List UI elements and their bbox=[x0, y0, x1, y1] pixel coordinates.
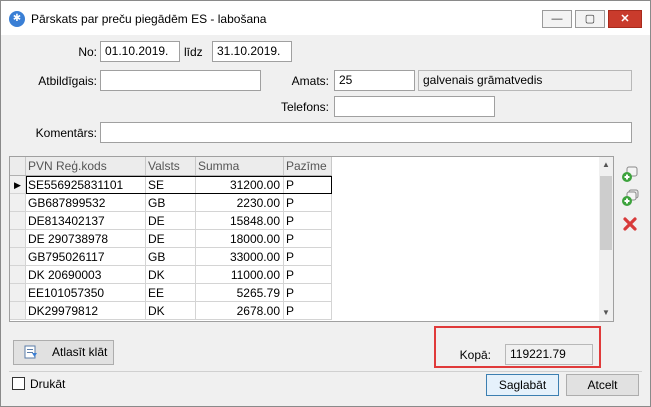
cell-pazime[interactable]: P bbox=[284, 266, 332, 284]
table-row[interactable]: GB795026117 GB 33000.00 P bbox=[10, 248, 332, 266]
maximize-button[interactable]: ▢ bbox=[575, 10, 605, 28]
cell-valsts[interactable]: DE bbox=[146, 230, 196, 248]
row-indicator[interactable] bbox=[10, 284, 26, 302]
amats-code-input[interactable]: 25 bbox=[334, 70, 415, 91]
atbildigais-input[interactable] bbox=[100, 70, 261, 91]
cell-pvn[interactable]: EE101057350 bbox=[26, 284, 146, 302]
cell-pazime[interactable]: P bbox=[284, 230, 332, 248]
date-to-input[interactable]: 31.10.2019. bbox=[212, 41, 292, 62]
cell-valsts[interactable]: EE bbox=[146, 284, 196, 302]
cell-pazime[interactable]: P bbox=[284, 176, 332, 194]
scroll-up-icon[interactable]: ▲ bbox=[599, 157, 613, 173]
app-icon: ✱ bbox=[9, 11, 25, 27]
cell-pazime[interactable]: P bbox=[284, 248, 332, 266]
column-header-pazime[interactable]: Pazīme bbox=[284, 157, 332, 175]
cell-pvn[interactable]: DE 290738978 bbox=[26, 230, 146, 248]
cell-valsts[interactable]: DE bbox=[146, 212, 196, 230]
saglabat-button[interactable]: Saglabāt bbox=[486, 374, 559, 396]
add-copy-icon[interactable] bbox=[621, 189, 639, 207]
row-indicator[interactable] bbox=[10, 266, 26, 284]
import-icon bbox=[23, 344, 39, 360]
table-row[interactable]: ▶ SE556925831101 SE 31200.00 P bbox=[10, 176, 332, 194]
row-indicator[interactable]: ▶ bbox=[10, 176, 26, 194]
cell-pvn[interactable]: GB795026117 bbox=[26, 248, 146, 266]
row-indicator[interactable] bbox=[10, 248, 26, 266]
drukat-label: Drukāt bbox=[30, 377, 66, 391]
kopa-label: Kopā: bbox=[459, 348, 491, 362]
cell-summa[interactable]: 15848.00 bbox=[196, 212, 284, 230]
add-icon[interactable] bbox=[621, 165, 639, 183]
row-indicator[interactable] bbox=[10, 212, 26, 230]
cell-pvn[interactable]: DK 20690003 bbox=[26, 266, 146, 284]
cell-pazime[interactable]: P bbox=[284, 284, 332, 302]
grid-header: PVN Reģ.kods Valsts Summa Pazīme bbox=[10, 157, 332, 176]
cell-pvn[interactable]: GB687899532 bbox=[26, 194, 146, 212]
grid-vertical-scrollbar[interactable]: ▲ ▼ bbox=[599, 157, 613, 321]
cell-summa[interactable]: 2230.00 bbox=[196, 194, 284, 212]
cell-summa[interactable]: 5265.79 bbox=[196, 284, 284, 302]
footer-divider bbox=[9, 371, 642, 372]
close-button[interactable]: ✕ bbox=[608, 10, 642, 28]
minimize-button[interactable]: — bbox=[542, 10, 572, 28]
delete-icon[interactable] bbox=[621, 215, 639, 233]
cell-valsts[interactable]: DK bbox=[146, 302, 196, 320]
scroll-thumb[interactable] bbox=[600, 176, 612, 250]
cell-summa[interactable]: 18000.00 bbox=[196, 230, 284, 248]
atcelt-button[interactable]: Atcelt bbox=[566, 374, 639, 396]
drukat-checkbox[interactable] bbox=[12, 377, 25, 390]
table-row[interactable]: DE 290738978 DE 18000.00 P bbox=[10, 230, 332, 248]
cell-pvn[interactable]: SE556925831101 bbox=[26, 176, 146, 194]
atbildigais-label: Atbildīgais: bbox=[38, 74, 97, 88]
row-indicator-header bbox=[10, 157, 26, 175]
lidz-label: līdz bbox=[184, 45, 203, 59]
cell-pazime[interactable]: P bbox=[284, 302, 332, 320]
table-row[interactable]: DE813402137 DE 15848.00 P bbox=[10, 212, 332, 230]
telefons-input[interactable] bbox=[334, 96, 495, 117]
date-from-input[interactable]: 01.10.2019. bbox=[100, 41, 180, 62]
no-label: No: bbox=[78, 45, 97, 59]
cell-summa[interactable]: 2678.00 bbox=[196, 302, 284, 320]
atlasit-klat-label: Atlasīt klāt bbox=[52, 345, 108, 359]
cell-pazime[interactable]: P bbox=[284, 212, 332, 230]
scroll-down-icon[interactable]: ▼ bbox=[599, 305, 613, 321]
cell-pvn[interactable]: DE813402137 bbox=[26, 212, 146, 230]
dialog-window: ✱ Pārskats par preču piegādēm ES - laboš… bbox=[0, 0, 651, 407]
column-header-pvn[interactable]: PVN Reģ.kods bbox=[26, 157, 146, 175]
window-title: Pārskats par preču piegādēm ES - labošan… bbox=[31, 12, 267, 26]
cell-pazime[interactable]: P bbox=[284, 194, 332, 212]
atlasit-klat-button[interactable]: Atlasīt klāt bbox=[13, 340, 114, 365]
row-indicator[interactable] bbox=[10, 194, 26, 212]
kopa-value-field: 119221.79 bbox=[505, 344, 593, 365]
cell-summa[interactable]: 11000.00 bbox=[196, 266, 284, 284]
cell-summa[interactable]: 31200.00 bbox=[196, 176, 284, 194]
cell-summa[interactable]: 33000.00 bbox=[196, 248, 284, 266]
cell-pvn[interactable]: DK29979812 bbox=[26, 302, 146, 320]
cell-valsts[interactable]: GB bbox=[146, 248, 196, 266]
amats-name-field: galvenais grāmatvedis bbox=[418, 70, 632, 91]
row-indicator[interactable] bbox=[10, 302, 26, 320]
table-row[interactable]: DK29979812 DK 2678.00 P bbox=[10, 302, 332, 320]
table-row[interactable]: EE101057350 EE 5265.79 P bbox=[10, 284, 332, 302]
table-row[interactable]: DK 20690003 DK 11000.00 P bbox=[10, 266, 332, 284]
data-grid[interactable]: PVN Reģ.kods Valsts Summa Pazīme ▶ SE5569… bbox=[9, 156, 614, 322]
komentars-input[interactable] bbox=[100, 122, 632, 143]
column-header-summa[interactable]: Summa bbox=[196, 157, 284, 175]
komentars-label: Komentārs: bbox=[35, 126, 97, 140]
cell-valsts[interactable]: GB bbox=[146, 194, 196, 212]
row-indicator[interactable] bbox=[10, 230, 26, 248]
cell-valsts[interactable]: SE bbox=[146, 176, 196, 194]
column-header-valsts[interactable]: Valsts bbox=[146, 157, 196, 175]
title-bar[interactable]: ✱ Pārskats par preču piegādēm ES - laboš… bbox=[1, 1, 650, 35]
cell-valsts[interactable]: DK bbox=[146, 266, 196, 284]
amats-label: Amats: bbox=[291, 74, 329, 88]
telefons-label: Telefons: bbox=[280, 100, 329, 114]
table-row[interactable]: GB687899532 GB 2230.00 P bbox=[10, 194, 332, 212]
